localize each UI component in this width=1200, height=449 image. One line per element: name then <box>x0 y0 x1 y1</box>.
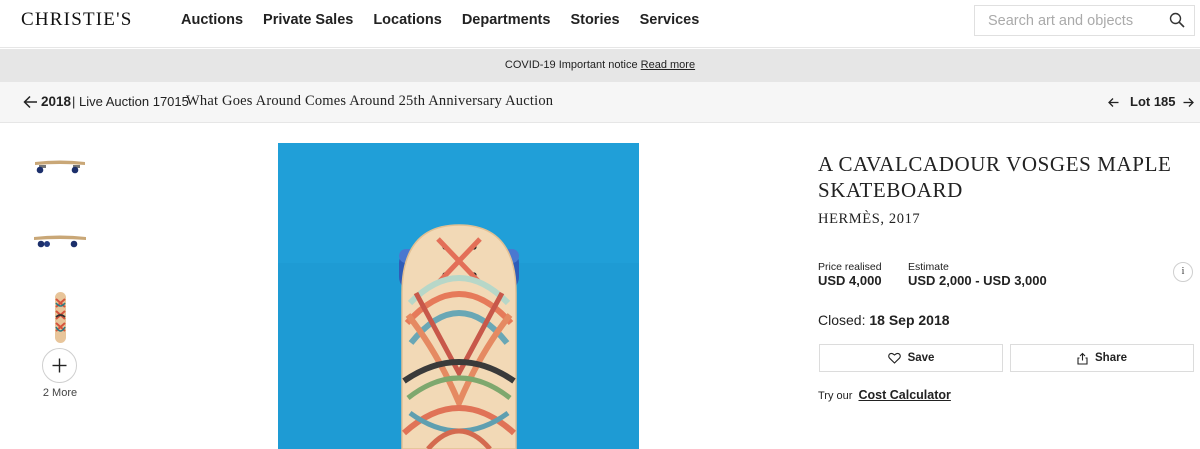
nav-locations[interactable]: Locations <box>373 12 441 28</box>
skateboard-image <box>278 143 639 449</box>
save-label: Save <box>907 352 935 364</box>
closed-date: 18 Sep 2018 <box>869 312 950 328</box>
site-header: CHRISTIE'S Auctions Private Sales Locati… <box>0 0 1200 48</box>
info-button[interactable]: i <box>1173 262 1193 282</box>
back-arrow-icon[interactable] <box>23 95 38 109</box>
nav-services[interactable]: Services <box>640 12 700 28</box>
price-realised-label: Price realised <box>818 261 882 273</box>
main-nav: Auctions Private Sales Locations Departm… <box>181 12 719 28</box>
notice-text: COVID-19 Important notice <box>504 59 638 71</box>
covid-notice-bar: COVID-19 Important notice Read more <box>0 49 1200 82</box>
cost-calculator-link[interactable]: Cost Calculator <box>859 388 951 402</box>
share-button[interactable]: Share <box>1010 344 1194 372</box>
show-more-button[interactable] <box>42 348 77 383</box>
closed-label: Closed: <box>818 312 866 328</box>
thumbnail-2[interactable] <box>33 228 87 254</box>
next-lot-icon[interactable] <box>1183 97 1194 108</box>
lot-main-image[interactable] <box>278 143 639 449</box>
breadcrumb-year[interactable]: 2018 <box>41 94 71 109</box>
estimate-value: USD 2,000 - USD 3,000 <box>908 273 1047 288</box>
read-more-link[interactable]: Read more <box>641 59 695 71</box>
lot-number: Lot 185 <box>1130 94 1176 109</box>
breadcrumb-separator: | <box>72 94 76 109</box>
cost-calculator-line: Try our Cost Calculator <box>818 388 951 402</box>
previous-lot-icon[interactable] <box>1108 97 1119 108</box>
search-box <box>974 5 1195 36</box>
more-images-label: 2 More <box>42 387 78 399</box>
nav-auctions[interactable]: Auctions <box>181 12 243 28</box>
lot-title: A CAVALCADOUR VOSGES MAPLE SKATEBOARD <box>818 152 1172 202</box>
heart-icon <box>887 352 901 364</box>
nav-departments[interactable]: Departments <box>462 12 551 28</box>
save-button[interactable]: Save <box>819 344 1003 372</box>
search-input[interactable] <box>975 6 1160 35</box>
share-icon <box>1077 352 1088 365</box>
nav-private-sales[interactable]: Private Sales <box>263 12 353 28</box>
search-icon[interactable] <box>1169 12 1185 28</box>
price-realised-value: USD 4,000 <box>818 273 882 288</box>
auction-title[interactable]: What Goes Around Comes Around 25th Anniv… <box>186 93 553 110</box>
breadcrumb: 2018 | Live Auction 17015 What Goes Arou… <box>0 82 1200 123</box>
christies-logo[interactable]: CHRISTIE'S <box>21 9 133 31</box>
nav-stories[interactable]: Stories <box>570 12 619 28</box>
thumbnail-3[interactable] <box>43 291 78 344</box>
calc-prefix: Try our <box>818 390 853 402</box>
breadcrumb-live-auction[interactable]: Live Auction 17015 <box>79 94 189 109</box>
lot-maker: HERMÈS, 2017 <box>818 211 921 227</box>
plus-icon <box>52 358 67 373</box>
thumbnail-1[interactable] <box>33 155 87 181</box>
estimate-label: Estimate <box>908 261 949 273</box>
closed-status: Closed: 18 Sep 2018 <box>818 312 950 328</box>
share-label: Share <box>1095 352 1127 364</box>
